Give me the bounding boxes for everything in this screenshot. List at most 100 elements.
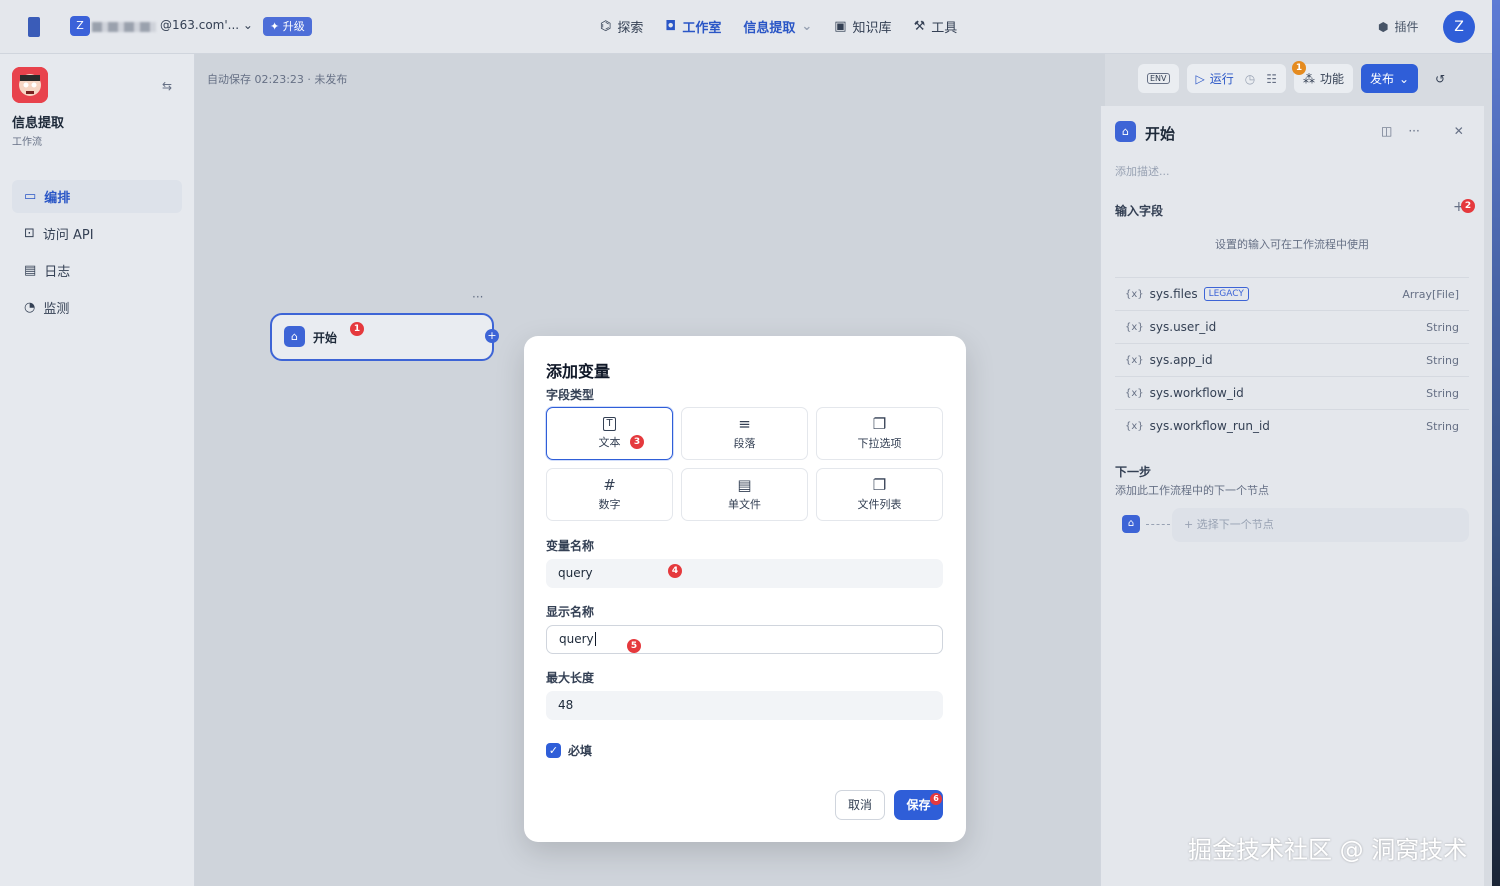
variable-name-input[interactable]: query — [546, 559, 943, 588]
dialog-title: 添加变量 — [546, 362, 611, 381]
publish-button[interactable]: 发布 ⌄ — [1361, 64, 1419, 93]
chevron-down-icon: ⌄ — [242, 18, 253, 32]
variable-icon: {x} — [1125, 354, 1144, 366]
variable-name: sys.workflow_run_id — [1149, 419, 1270, 433]
sidebar-collapse-icon[interactable]: ⇆ — [162, 79, 172, 93]
chevron-down-icon: ⌄ — [801, 19, 813, 34]
workspace-selector[interactable]: @163.com'... ⌄ — [160, 18, 253, 32]
description-input[interactable]: 添加描述... — [1115, 163, 1170, 179]
checklist-icon[interactable]: ☷ — [1266, 72, 1277, 86]
app-avatar — [12, 67, 48, 103]
variable-name: sys.app_id — [1149, 353, 1213, 367]
connector-line — [1146, 524, 1170, 525]
watermark: 掘金技术社区 @ 洞窝技术 — [1188, 836, 1468, 864]
required-label: 必填 — [568, 744, 593, 758]
sidebar-item-orchestrate[interactable]: ▭ 编排 — [12, 180, 182, 213]
step-badge-1: 1 — [350, 322, 364, 336]
brand-logo[interactable] — [28, 17, 40, 37]
step-badge-4: 4 — [668, 564, 682, 578]
sidebar-item-label: 日志 — [44, 265, 71, 280]
system-variables-list: {x} sys.files LEGACY Array[File] {x} sys.use… — [1115, 277, 1469, 442]
sidebar-item-label: 访问 API — [42, 228, 94, 243]
sidebar-menu: ▭ 编排 ⊡ 访问 API ▤ 日志 ◔ 监测 — [12, 180, 182, 328]
top-bar: Z @163.com'... ⌄ ✦ 升级 ⌬ 探索 ◘ 工作室 信息提取 ⌄ ▣ 知识… — [0, 0, 1500, 54]
history-run-icon[interactable]: ◷ — [1245, 72, 1255, 86]
hash-icon: # — [603, 476, 616, 494]
sidebar-item-monitor[interactable]: ◔ 监测 — [12, 291, 182, 324]
compass-icon: ⌬ — [600, 19, 612, 34]
nav-explore[interactable]: ⌬ 探索 — [600, 17, 643, 36]
paragraph-icon: ≡ — [738, 415, 751, 433]
nav-label: 工作室 — [682, 21, 722, 36]
sidebar-item-api[interactable]: ⊡ 访问 API — [12, 217, 182, 250]
app-title: 信息提取 — [12, 116, 65, 131]
variable-type: String — [1426, 386, 1459, 400]
type-option-text[interactable]: T 文本 3 — [546, 407, 673, 460]
type-option-paragraph[interactable]: ≡ 段落 — [681, 407, 808, 460]
main-nav: ⌬ 探索 ◘ 工作室 信息提取 ⌄ ▣ 知识库 ⚒ 工具 — [600, 17, 957, 36]
upgrade-button[interactable]: ✦ 升级 — [263, 17, 312, 36]
display-name-input[interactable]: query — [546, 625, 943, 654]
max-length-label: 最大长度 — [546, 671, 595, 685]
variable-type: Array[File] — [1402, 287, 1459, 301]
nav-label: 探索 — [617, 21, 644, 36]
more-icon[interactable]: ··· — [1408, 124, 1419, 138]
features-label: 功能 — [1320, 72, 1345, 86]
sidebar-item-label: 监测 — [43, 302, 70, 317]
history-icon: ↺ — [1435, 71, 1446, 86]
play-icon: ▷ — [1195, 71, 1205, 86]
close-icon[interactable]: ✕ — [1454, 124, 1464, 138]
sidebar-item-label: 编排 — [44, 191, 71, 206]
cancel-button[interactable]: 取消 — [835, 790, 885, 820]
nav-tools[interactable]: ⚒ 工具 — [914, 17, 958, 36]
env-button[interactable]: ENV — [1138, 64, 1179, 93]
step-badge-5: 5 — [627, 639, 641, 653]
type-option-single-file[interactable]: ▤ 单文件 — [681, 468, 808, 521]
type-option-number[interactable]: # 数字 — [546, 468, 673, 521]
step-badge-3: 3 — [630, 435, 644, 449]
variable-icon: {x} — [1125, 321, 1144, 333]
home-icon: ⌂ — [284, 326, 305, 347]
variable-row: {x} sys.files LEGACY Array[File] — [1115, 277, 1469, 310]
chevron-down-icon: ⌄ — [1399, 71, 1410, 86]
max-length-input[interactable]: 48 — [546, 691, 943, 720]
plugins-button[interactable]: ⬢ 插件 — [1378, 18, 1419, 35]
book-icon: ▣ — [834, 19, 847, 34]
field-type-grid: T 文本 3 ≡ 段落 ❐ 下拉选项 # 数字 ▤ 单文件 ❐ 文件列表 — [546, 407, 943, 521]
type-label: 段落 — [733, 437, 756, 450]
app-type: 工作流 — [12, 137, 42, 148]
run-button[interactable]: ▷ 运行 ◷ ☷ — [1186, 64, 1287, 93]
sidebar-item-logs[interactable]: ▤ 日志 — [12, 254, 182, 287]
variable-name-label: 变量名称 — [546, 539, 595, 553]
nav-label: 工具 — [931, 21, 958, 36]
type-option-file-list[interactable]: ❐ 文件列表 — [816, 468, 943, 521]
autosave-status: 自动保存 02:23:23 · 未发布 — [207, 73, 348, 86]
nav-app-breadcrumb[interactable]: 信息提取 ⌄ — [743, 17, 812, 36]
input-fields-label: 输入字段 — [1115, 204, 1164, 218]
type-label: 文本 — [598, 436, 621, 449]
checklist-count-badge: 1 — [1292, 61, 1306, 75]
select-next-node-button[interactable]: + 选择下一个节点 — [1172, 508, 1469, 542]
nav-studio[interactable]: ◘ 工作室 — [665, 17, 721, 36]
user-avatar[interactable]: Z — [1443, 11, 1475, 43]
field-type-label: 字段类型 — [546, 388, 595, 402]
wrench-icon: ⚒ — [913, 19, 926, 34]
node-more-icon[interactable]: ··· — [472, 290, 483, 304]
panel-title: 开始 — [1145, 125, 1176, 143]
variable-name: sys.user_id — [1149, 320, 1217, 334]
required-checkbox[interactable]: ✓ 必填 — [546, 742, 592, 759]
variable-type: String — [1426, 320, 1459, 334]
dashboard-icon: ◔ — [24, 300, 36, 315]
workspace-avatar[interactable]: Z — [70, 16, 90, 36]
variable-icon: {x} — [1125, 420, 1144, 432]
type-option-select[interactable]: ❐ 下拉选项 — [816, 407, 943, 460]
next-step-desc: 添加此工作流程中的下一个节点 — [1115, 484, 1269, 497]
type-label: 下拉选项 — [857, 437, 902, 450]
variable-type: String — [1426, 353, 1459, 367]
add-next-node-button[interactable]: + — [485, 329, 499, 343]
nav-knowledge[interactable]: ▣ 知识库 — [834, 17, 891, 36]
book-open-icon[interactable]: ◫ — [1381, 124, 1392, 138]
step-badge-2: 2 — [1461, 199, 1475, 213]
redacted-email — [92, 22, 156, 32]
version-history-button[interactable]: ↺ — [1426, 64, 1454, 93]
